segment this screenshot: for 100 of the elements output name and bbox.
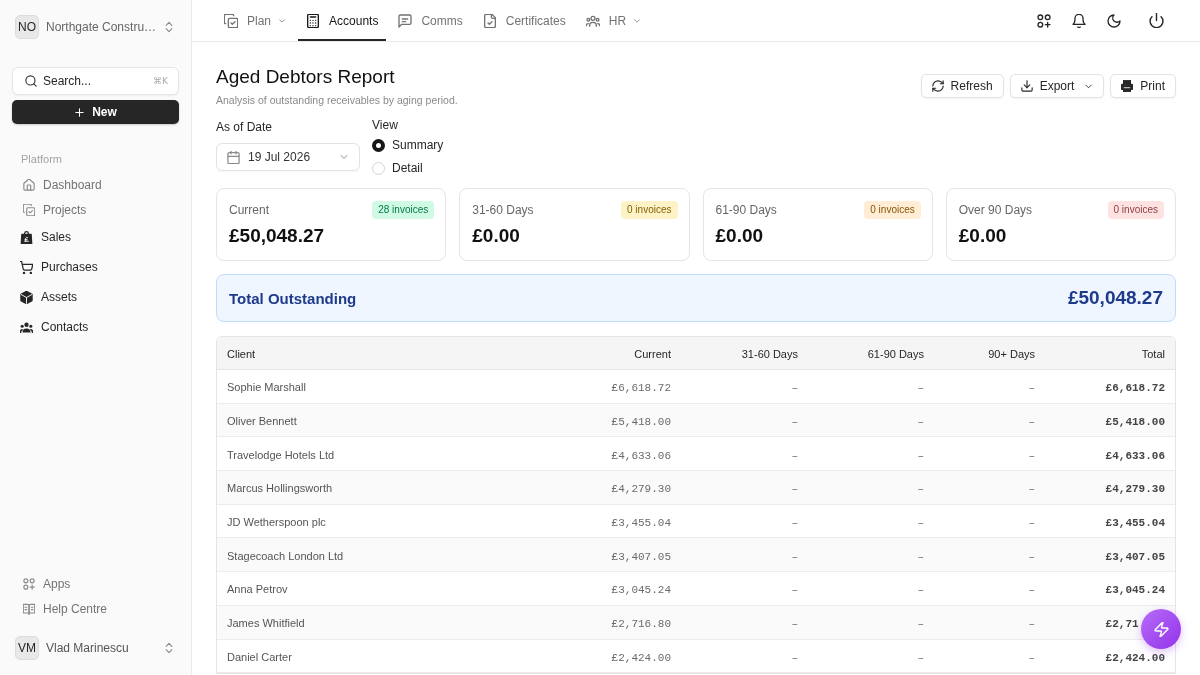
table-cell: –: [791, 651, 798, 664]
card-label: 31-60 Days: [472, 203, 534, 217]
date-field[interactable]: 19 Jul 2026: [216, 143, 360, 171]
sidebar-item[interactable]: Help Centre: [12, 596, 108, 621]
search-icon: [25, 75, 37, 87]
file-check-icon: [482, 13, 497, 28]
column-header: 31-60 Days: [741, 348, 798, 360]
refresh-icon: [931, 80, 944, 92]
table-cell: £6,618.72: [1105, 382, 1165, 395]
table-cell: £6,618.72: [611, 382, 671, 395]
initials-avatar: NO: [15, 15, 39, 39]
table-cell: Travelodge Hotels Ltd: [227, 448, 335, 461]
moon-icon[interactable]: [1107, 13, 1121, 28]
shopping-bag-icon: [20, 230, 33, 244]
invoice-count-tag: 0 invoices: [621, 201, 678, 219]
radio-button[interactable]: [372, 138, 385, 152]
table-cell: £3,045.24: [1105, 584, 1165, 597]
table-cell: £4,633.06: [611, 449, 671, 462]
book-icon: [23, 602, 35, 615]
print-button[interactable]: Print: [1110, 74, 1176, 98]
plus-icon: [74, 106, 86, 118]
table-cell: –: [791, 584, 798, 597]
sidebar-item[interactable]: Assets: [12, 282, 77, 312]
nav-tab[interactable]: Certificates: [474, 0, 574, 41]
sidebar-item[interactable]: Apps: [12, 571, 71, 596]
table-cell: Stagecoach London Ltd: [227, 549, 344, 562]
sidebar-item[interactable]: Dashboard: [12, 172, 102, 197]
sidebar-item[interactable]: Projects: [12, 197, 87, 222]
initials-avatar: VM: [15, 636, 39, 660]
table-cell: £3,407.05: [1105, 550, 1165, 563]
workspace-name[interactable]: Northgate Constru…: [46, 20, 157, 34]
chat-icon: [398, 13, 413, 28]
table-cell: –: [917, 584, 924, 597]
table-cell: Sophie Marshall: [227, 381, 306, 394]
table-cell: £5,418.00: [611, 416, 671, 429]
table-cell: James Whitfield: [227, 617, 305, 630]
radio-label[interactable]: Detail: [392, 161, 423, 175]
stacked-pages-icon: [224, 13, 238, 28]
table-cell: –: [1028, 651, 1035, 664]
sidebar-item[interactable]: Sales: [12, 222, 72, 252]
table-cell: £4,279.30: [611, 483, 671, 496]
table-cell: Marcus Hollingsworth: [227, 482, 333, 495]
card-amount: £0.00: [715, 225, 765, 247]
invoice-count-tag: 0 invoices: [864, 201, 921, 219]
sidebar-item[interactable]: Contacts: [12, 312, 89, 342]
grid-plus-icon[interactable]: [1037, 13, 1051, 28]
section-label: Platform: [20, 152, 63, 166]
user-name[interactable]: Vlad Marinescu: [46, 641, 156, 655]
table-cell: –: [917, 550, 924, 563]
table-cell: –: [1028, 483, 1035, 496]
table-cell: –: [791, 550, 798, 563]
table-cell: –: [791, 382, 798, 395]
column-header: Client: [227, 348, 256, 360]
table-cell: £3,455.04: [611, 517, 671, 530]
table-cell: –: [791, 483, 798, 496]
table-cell: Daniel Carter: [227, 650, 292, 663]
table-cell: –: [917, 651, 924, 664]
table-cell: £2,71: [1105, 618, 1139, 631]
table-cell: –: [1028, 517, 1035, 530]
table-cell: –: [1028, 584, 1035, 597]
column-header: 61-90 Days: [867, 348, 924, 360]
table-cell: £3,407.05: [611, 550, 671, 563]
sidebar-item[interactable]: Purchases: [12, 252, 98, 282]
download-icon: [1020, 80, 1033, 92]
nav-tab[interactable]: Plan: [216, 0, 295, 41]
lightning-icon: [1153, 621, 1169, 637]
table-cell: –: [791, 517, 798, 530]
card-amount: £50,048.27: [229, 225, 326, 247]
field-label: As of Date: [216, 119, 274, 135]
table-cell: –: [791, 449, 798, 462]
table-cell: –: [1028, 382, 1035, 395]
refresh-button[interactable]: Refresh: [920, 74, 1004, 98]
table-cell: £5,418.00: [1105, 416, 1165, 429]
house-icon: [23, 178, 35, 191]
table-cell: Anna Petrov: [227, 583, 288, 596]
table-cell: £4,279.30: [1105, 483, 1165, 496]
chevron-down-icon: [339, 152, 349, 162]
page-title: Aged Debtors Report: [216, 65, 396, 89]
table-cell: £4,633.06: [1105, 449, 1165, 462]
card-amount: £0.00: [472, 225, 521, 247]
power-icon[interactable]: [1148, 13, 1164, 28]
radio-label[interactable]: Summary: [392, 138, 444, 152]
page-subtitle: Analysis of outstanding receivables by aging period.: [216, 93, 458, 107]
card-label: 61-90 Days: [715, 203, 777, 217]
nav-tab[interactable]: HR: [577, 0, 650, 41]
export-button[interactable]: Export: [1009, 74, 1105, 98]
nav-tab[interactable]: Accounts: [298, 0, 387, 41]
table-cell: –: [1028, 416, 1035, 429]
chevrons-up-down-icon[interactable]: [163, 642, 175, 654]
table-cell: –: [1028, 449, 1035, 462]
table-cell: £2,424.00: [1105, 651, 1165, 664]
column-header: 90+ Days: [988, 348, 1035, 360]
bell-icon[interactable]: [1072, 13, 1086, 28]
nav-tab[interactable]: Comms: [390, 0, 471, 41]
table-cell: –: [917, 416, 924, 429]
new-button[interactable]: New: [12, 100, 179, 124]
table-cell: JD Wetherspoon plc: [227, 516, 326, 529]
card-amount: £0.00: [958, 225, 1008, 247]
table-cell: –: [917, 618, 924, 631]
card-label: Over 90 Days: [958, 203, 1033, 217]
